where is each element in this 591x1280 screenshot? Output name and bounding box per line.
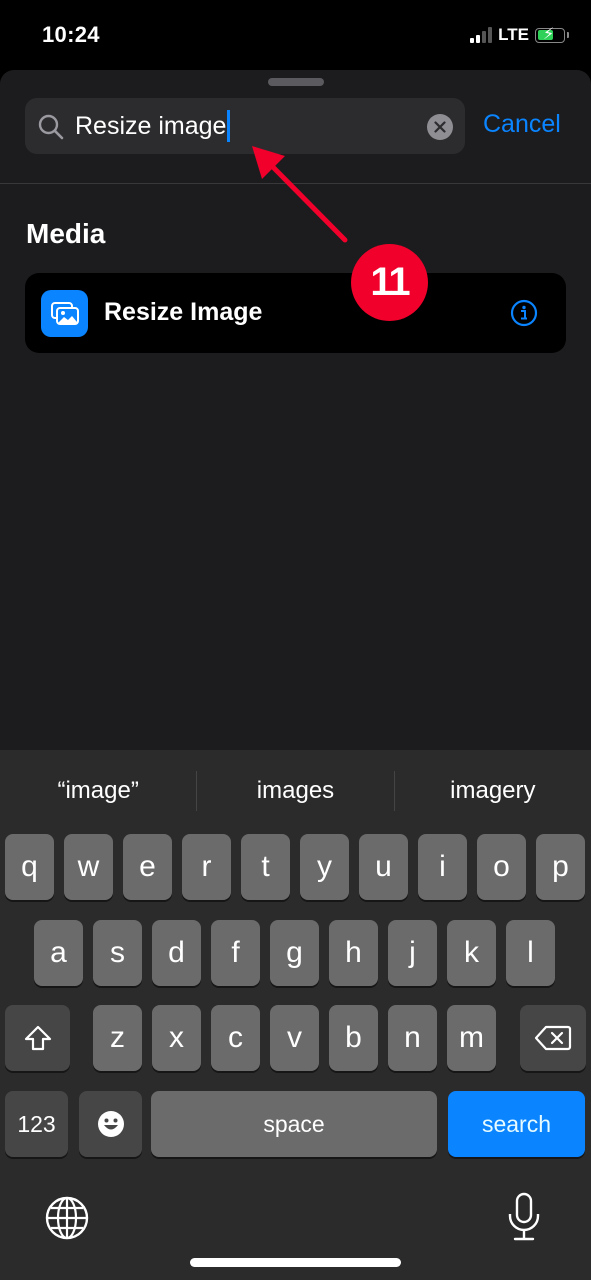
key-c[interactable]: c bbox=[211, 1005, 260, 1071]
key-j[interactable]: j bbox=[388, 920, 437, 986]
search-key[interactable]: search bbox=[448, 1091, 585, 1157]
backspace-icon bbox=[534, 1025, 572, 1051]
divider bbox=[0, 183, 591, 184]
predictive-bar: “image” images imagery bbox=[0, 750, 591, 832]
battery-charging-icon: ⚡ bbox=[535, 26, 565, 43]
delete-key[interactable] bbox=[520, 1005, 586, 1071]
home-indicator[interactable] bbox=[190, 1258, 401, 1267]
key-k[interactable]: k bbox=[447, 920, 496, 986]
numbers-key[interactable]: 123 bbox=[5, 1091, 68, 1157]
globe-icon[interactable] bbox=[45, 1196, 89, 1240]
key-a[interactable]: a bbox=[34, 920, 83, 986]
result-item-label: Resize Image bbox=[104, 298, 263, 326]
key-s[interactable]: s bbox=[93, 920, 142, 986]
key-o[interactable]: o bbox=[477, 834, 526, 900]
key-h[interactable]: h bbox=[329, 920, 378, 986]
key-w[interactable]: w bbox=[64, 834, 113, 900]
suggestion-2[interactable]: images bbox=[197, 771, 393, 811]
clear-icon bbox=[434, 121, 446, 133]
status-time: 10:24 bbox=[42, 22, 100, 47]
key-t[interactable]: t bbox=[241, 834, 290, 900]
network-type: LTE bbox=[498, 25, 529, 44]
suggestion-1[interactable]: “image” bbox=[0, 771, 196, 811]
key-i[interactable]: i bbox=[418, 834, 467, 900]
key-y[interactable]: y bbox=[300, 834, 349, 900]
key-q[interactable]: q bbox=[5, 834, 54, 900]
key-n[interactable]: n bbox=[388, 1005, 437, 1071]
status-indicators: LTE ⚡ bbox=[470, 25, 569, 45]
keyboard: “image” images imagery qwertyuiop asdfgh… bbox=[0, 750, 591, 1280]
key-g[interactable]: g bbox=[270, 920, 319, 986]
photos-icon bbox=[41, 290, 88, 337]
key-l[interactable]: l bbox=[506, 920, 555, 986]
key-u[interactable]: u bbox=[359, 834, 408, 900]
key-x[interactable]: x bbox=[152, 1005, 201, 1071]
key-d[interactable]: d bbox=[152, 920, 201, 986]
microphone-icon[interactable] bbox=[505, 1192, 543, 1242]
suggestion-3[interactable]: imagery bbox=[395, 771, 591, 811]
info-icon[interactable] bbox=[510, 299, 538, 327]
key-e[interactable]: e bbox=[123, 834, 172, 900]
key-z[interactable]: z bbox=[93, 1005, 142, 1071]
emoji-icon bbox=[97, 1111, 124, 1137]
text-cursor bbox=[227, 110, 231, 142]
search-icon bbox=[38, 114, 64, 140]
search-input-value: Resize image bbox=[75, 111, 227, 140]
status-bar: 10:24 LTE ⚡ bbox=[0, 0, 591, 70]
key-p[interactable]: p bbox=[536, 834, 585, 900]
key-b[interactable]: b bbox=[329, 1005, 378, 1071]
key-f[interactable]: f bbox=[211, 920, 260, 986]
cancel-button[interactable]: Cancel bbox=[483, 110, 561, 139]
key-m[interactable]: m bbox=[447, 1005, 496, 1071]
key-v[interactable]: v bbox=[270, 1005, 319, 1071]
space-key[interactable]: space bbox=[151, 1091, 437, 1157]
result-item-resize-image[interactable]: Resize Image bbox=[25, 273, 566, 353]
search-input[interactable]: Resize image bbox=[25, 98, 465, 154]
shift-icon bbox=[24, 1025, 51, 1051]
sheet-grabber[interactable] bbox=[268, 78, 324, 86]
key-r[interactable]: r bbox=[182, 834, 231, 900]
clear-search-button[interactable] bbox=[427, 114, 453, 140]
section-title: Media bbox=[26, 218, 106, 249]
emoji-key[interactable] bbox=[79, 1091, 142, 1157]
shift-key[interactable] bbox=[5, 1005, 70, 1071]
cellular-signal-icon bbox=[470, 27, 493, 43]
step-badge: 11 bbox=[351, 244, 428, 321]
